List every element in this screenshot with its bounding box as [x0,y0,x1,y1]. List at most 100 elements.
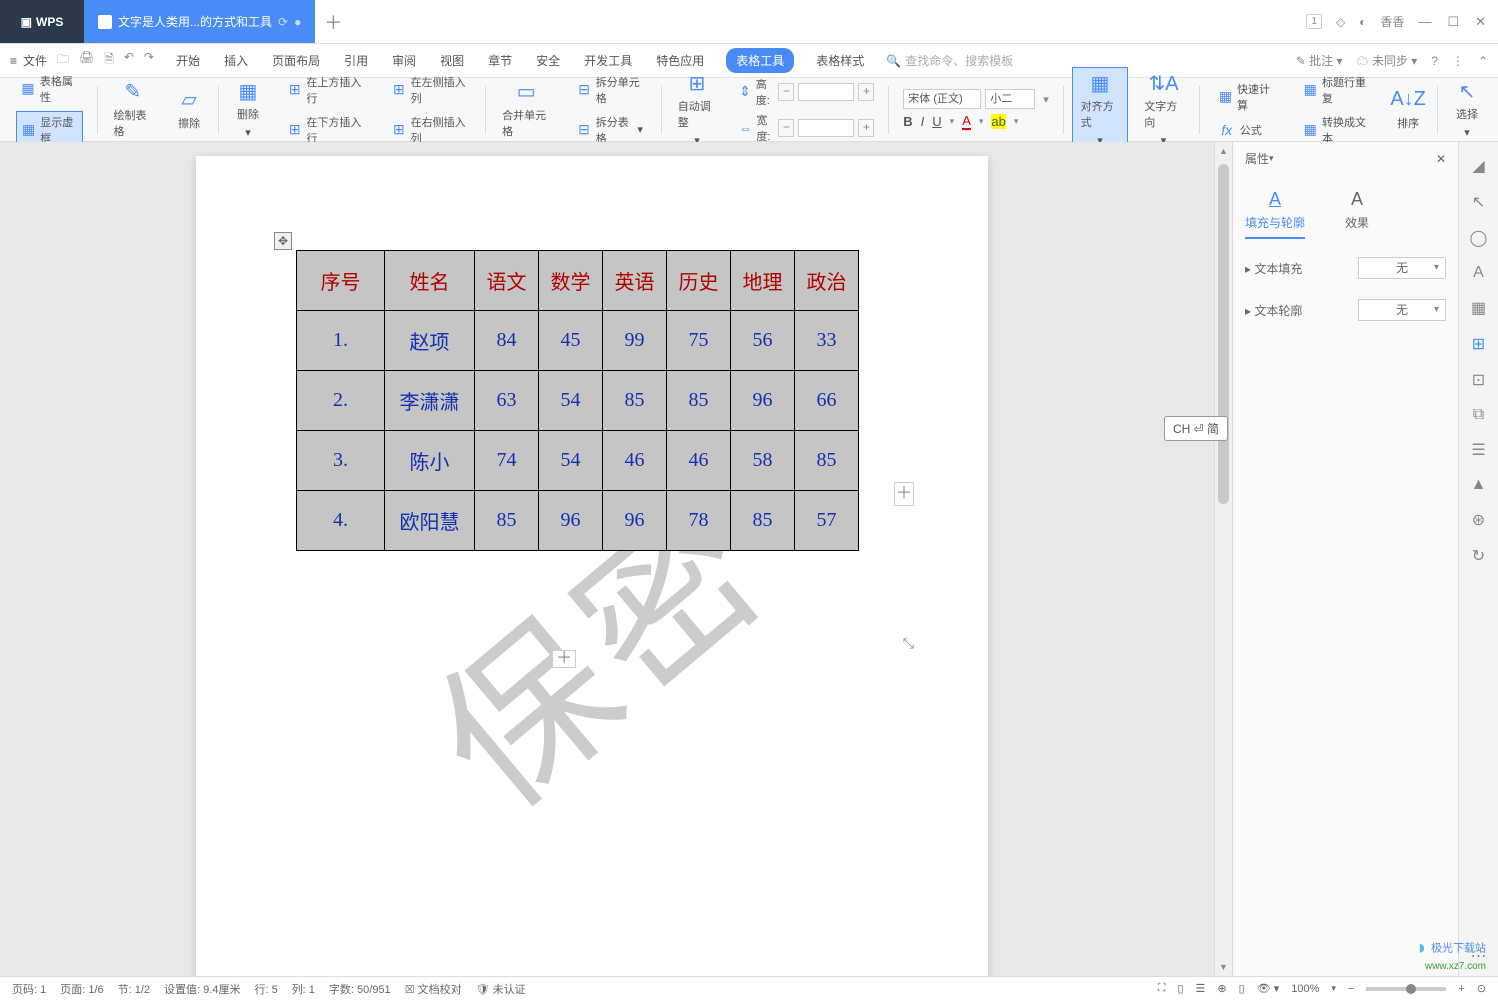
select-button[interactable]: ↖选择▾ [1446,76,1488,143]
view-read-icon[interactable]: ▯ [1239,982,1245,995]
height-minus[interactable]: − [778,83,794,101]
height-input[interactable] [798,83,854,101]
help-button[interactable]: ? [1431,54,1438,68]
zoom-in-button[interactable]: + [1458,983,1464,995]
font-name-select[interactable]: 宋体 (正文) [903,89,981,109]
table-tool-icon[interactable]: ▦ [1471,298,1486,318]
status-position[interactable]: 设置值: 9.4厘米 [164,981,240,997]
delete-button[interactable]: ▦删除▾ [227,76,269,143]
tab-reference[interactable]: 引用 [342,48,370,73]
font-expand[interactable]: ▾ [1043,93,1049,106]
status-row[interactable]: 行: 5 [254,981,277,997]
split-cell-button[interactable]: ⊟拆分单元格 [572,72,647,108]
zoom-value[interactable]: 100% [1291,983,1319,995]
theme-icon[interactable]: ◇ [1336,15,1345,29]
document-tab[interactable]: 文字是人类用...的方式和工具 ⟳ ● [84,0,315,43]
link-tool-icon[interactable]: ⧉ [1473,406,1484,424]
autofit-button[interactable]: ⊞自动调整▾ [670,68,725,151]
highlight-button[interactable]: ab [991,114,1005,129]
tab-view[interactable]: 视图 [438,48,466,73]
new-tab-button[interactable]: ＋ [315,0,351,43]
shapes-icon[interactable]: ◯ [1470,228,1488,248]
file-menu[interactable]: 文件 [23,52,47,69]
props-close-icon[interactable]: ✕ [1436,152,1446,166]
zoom-out-button[interactable]: − [1348,983,1354,995]
sort-button[interactable]: A↓Z排序 [1387,85,1429,135]
quick-calc-button[interactable]: ▦快速计算 [1214,79,1279,115]
height-plus[interactable]: + [858,83,874,101]
tab-dev[interactable]: 开发工具 [582,48,634,73]
props-tab-fill[interactable]: A填充与轮廓 [1245,183,1305,239]
font-size-select[interactable]: 小二 [985,89,1035,109]
text-outline-select[interactable]: 无 [1358,299,1446,321]
open-icon[interactable]: 🗀 [57,50,69,71]
text-direction-button[interactable]: ⇅A文字方向▾ [1136,68,1191,151]
scrollbar-thumb[interactable] [1218,164,1229,504]
history-tool-icon[interactable]: ↻ [1472,546,1485,566]
status-col[interactable]: 列: 1 [292,981,315,997]
tab-security[interactable]: 安全 [534,48,562,73]
status-pageno[interactable]: 页码: 1 [12,981,46,997]
view-web-icon[interactable]: ⊕ [1217,982,1226,995]
font-tool-icon[interactable]: A [1473,264,1484,282]
italic-button[interactable]: I [921,114,925,129]
insert-row-above-button[interactable]: ⊞在上方插入行 [283,72,367,108]
more-button[interactable]: ⋮ [1452,54,1464,68]
outline-tool-icon[interactable]: ☰ [1471,440,1485,460]
settings-tool-icon[interactable]: ⊛ [1472,510,1485,530]
sync-button[interactable]: ☁ 未同步 ▾ [1357,52,1418,69]
tab-layout[interactable]: 页面布局 [270,48,322,73]
select-tool-icon[interactable]: ↖ [1472,192,1485,212]
view-page-icon[interactable]: ▯ [1177,982,1183,995]
formula-button[interactable]: fx公式 [1214,119,1279,141]
format-brush-icon[interactable]: ◢ [1472,156,1484,176]
close-button[interactable]: ✕ [1475,14,1486,30]
underline-button[interactable]: U [932,114,941,129]
font-color-button[interactable]: A [962,113,971,130]
undo-icon[interactable]: ↶ [124,50,134,71]
status-proof[interactable]: ☒ 文档校对 [405,981,462,997]
status-section[interactable]: 节: 1/2 [118,981,150,997]
tab-table-style[interactable]: 表格样式 [814,48,866,73]
nav-tool-icon[interactable]: ⊡ [1472,370,1485,390]
insert-col-left-button[interactable]: ⊞在左侧插入列 [387,72,471,108]
vertical-scrollbar[interactable] [1214,142,1232,976]
add-column-button[interactable]: ＋ [894,482,914,506]
width-minus[interactable]: − [778,119,794,137]
status-verify[interactable]: 🛡 未认证 [476,981,526,997]
view-outline-icon[interactable]: ☰ [1196,982,1206,995]
maximize-button[interactable]: ☐ [1447,14,1459,30]
table-properties-button[interactable]: ▦表格属性 [16,71,83,107]
tab-start[interactable]: 开始 [174,48,202,73]
command-search[interactable]: 🔍 查找命令、搜索模板 [886,52,1013,69]
tab-section[interactable]: 章节 [486,48,514,73]
props-tab-effect[interactable]: A效果 [1345,183,1369,239]
hamburger-icon[interactable]: ≡ [10,54,17,68]
tab-review[interactable]: 审阅 [390,48,418,73]
table-resize-handle[interactable]: ⤡ [903,635,914,652]
text-fill-select[interactable]: 无 [1358,257,1446,279]
width-plus[interactable]: + [858,119,874,137]
save-icon[interactable]: 🖨 [79,50,94,71]
user-avatar-icon[interactable]: ◐ [1359,15,1366,29]
eye-icon[interactable]: 👁 ▾ [1257,982,1280,995]
minimize-button[interactable]: — [1418,14,1431,30]
badge[interactable]: 1 [1306,14,1322,29]
comment-button[interactable]: ✎ 批注 ▾ [1296,52,1343,69]
merge-cells-button[interactable]: ▭合并单元格 [494,77,558,143]
tab-table-tools[interactable]: 表格工具 [726,48,794,73]
fullscreen-icon[interactable]: ⛶ [1158,982,1166,995]
title-repeat-button[interactable]: ▦标题行重复 [1299,72,1374,108]
status-words[interactable]: 字数: 50/951 [329,981,391,997]
eraser-button[interactable]: ▱擦除 [168,85,210,135]
properties-tool-icon[interactable]: ⊞ [1472,334,1485,354]
redo-icon[interactable]: ↷ [144,50,154,71]
preview-icon[interactable]: 🗎 [104,50,114,71]
zoom-slider[interactable] [1366,987,1446,991]
draw-table-button[interactable]: ✎绘制表格 [106,77,161,143]
tab-insert[interactable]: 插入 [222,48,250,73]
bold-button[interactable]: B [903,114,912,129]
collapse-ribbon-button[interactable]: ⌃ [1478,54,1488,68]
status-page[interactable]: 页面: 1/6 [60,981,103,997]
width-input[interactable] [798,119,854,137]
